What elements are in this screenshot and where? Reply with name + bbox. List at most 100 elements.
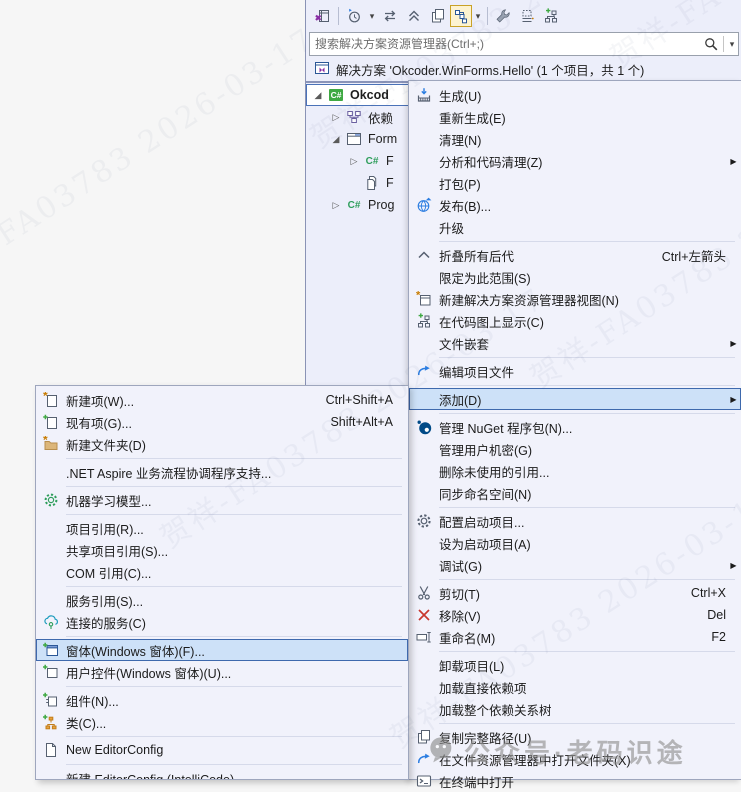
menu-item-label: 清理(N) xyxy=(439,133,482,148)
menu-item-label: 新建项(W)... xyxy=(66,394,135,409)
menu-item[interactable]: 现有项(G)... Shift+Alt+A xyxy=(36,411,408,433)
search-input[interactable] xyxy=(310,37,701,51)
expander-icon[interactable]: ◢ xyxy=(310,90,326,101)
search-box: ▾ xyxy=(309,32,739,56)
menu-item[interactable]: 发布(B)... xyxy=(409,194,741,216)
menu-item[interactable]: 服务引用(S)... xyxy=(36,589,408,611)
search-icon[interactable] xyxy=(701,33,721,55)
menu-item[interactable]: 剪切(T) Ctrl+X xyxy=(409,582,741,604)
solution-row[interactable]: 解决方案 'Okcoder.WinForms.Hello' (1 个项目，共 1… xyxy=(306,56,741,80)
show-all-files-icon[interactable] xyxy=(515,5,539,27)
menu-item-label: 在代码图上显示(C) xyxy=(439,315,544,330)
copy-preview-icon[interactable] xyxy=(426,5,450,27)
menu-item[interactable]: 加载直接依赖项 xyxy=(409,676,741,698)
expander-icon[interactable]: ▷ xyxy=(346,156,362,167)
menu-item-label: 服务引用(S)... xyxy=(66,594,144,609)
add-node-icon[interactable] xyxy=(539,5,563,27)
menu-item[interactable]: 重命名(M) F2 xyxy=(409,626,741,648)
menu-item[interactable]: 机器学习模型... xyxy=(36,489,408,511)
new-view-icon: * xyxy=(416,291,432,307)
add-node-icon xyxy=(543,8,559,24)
menu-item-label: 组件(N)... xyxy=(66,694,119,709)
expander-icon[interactable]: ◢ xyxy=(328,134,344,145)
menu-item[interactable]: * 新建解决方案资源管理器视图(N) xyxy=(409,288,741,310)
menu-item[interactable]: 项目引用(R)... xyxy=(36,517,408,539)
menu-item[interactable]: 升级 xyxy=(409,216,741,238)
menu-item[interactable]: 在终端中打开 xyxy=(409,770,741,792)
menu-item-shortcut: Ctrl+Shift+A xyxy=(325,393,393,407)
menu-item-label: 折叠所有后代 xyxy=(439,249,515,264)
wrench-icon xyxy=(495,8,511,24)
menu-item[interactable]: 折叠所有后代 Ctrl+左箭头 xyxy=(409,244,741,266)
menu-item[interactable]: New EditorConfig xyxy=(36,739,408,761)
menu-item-label: 共享项目引用(S)... xyxy=(66,544,169,559)
file-icon xyxy=(364,175,380,191)
menu-item[interactable]: 配置启动项目... xyxy=(409,510,741,532)
menu-item[interactable]: 加载整个依赖关系树 xyxy=(409,698,741,720)
menu-item[interactable]: 生成(U) xyxy=(409,84,741,106)
history-clock-icon[interactable] xyxy=(342,5,366,27)
menu-item-shortcut: Shift+Alt+A xyxy=(330,415,393,429)
vs-window-icon[interactable] xyxy=(311,5,335,27)
toolbar-separator xyxy=(487,7,488,25)
wrench-icon[interactable] xyxy=(491,5,515,27)
menu-item[interactable]: 同步命名空间(N) xyxy=(409,482,741,504)
rename-icon xyxy=(416,629,432,645)
menu-item[interactable]: 调试(G) ▶ xyxy=(409,554,741,576)
menu-item[interactable]: 重新生成(E) xyxy=(409,106,741,128)
menu-item[interactable]: 类(C)... xyxy=(36,711,408,733)
menu-item[interactable]: 打包(P) xyxy=(409,172,741,194)
menu-item[interactable]: 管理用户机密(G) xyxy=(409,438,741,460)
menu-item-label: 连接的服务(C) xyxy=(66,616,146,631)
expander-icon[interactable]: ▷ xyxy=(328,112,344,123)
menu-item[interactable]: 新建 EditorConfig (IntelliCode) xyxy=(36,767,408,780)
menu-separator xyxy=(66,585,402,587)
menu-item[interactable]: 编辑项目文件 xyxy=(409,360,741,382)
menu-item[interactable]: * 新建文件夹(D) xyxy=(36,433,408,455)
menu-item[interactable]: 在文件资源管理器中打开文件夹(X) xyxy=(409,748,741,770)
sync-active-document-icon[interactable] xyxy=(450,5,472,27)
menu-item-label: 重新生成(E) xyxy=(439,111,506,126)
menu-item[interactable]: 复制完整路径(U) xyxy=(409,726,741,748)
menu-item[interactable]: 共享项目引用(S)... xyxy=(36,539,408,561)
menu-item-label: 管理用户机密(G) xyxy=(439,443,533,458)
menu-item[interactable]: 管理 NuGet 程序包(N)... xyxy=(409,416,741,438)
menu-item[interactable]: 分析和代码清理(Z) ▶ xyxy=(409,150,741,172)
menu-separator xyxy=(439,356,735,358)
menu-item-label: 新建文件夹(D) xyxy=(66,438,146,453)
swap-arrows-icon[interactable] xyxy=(378,5,402,27)
project-context-menu: 生成(U) 重新生成(E) 清理(N) 分析和代码清理(Z) ▶ 打包(P) 发布(B)..… xyxy=(408,80,741,790)
menu-item[interactable]: 组件(N)... xyxy=(36,689,408,711)
menu-item[interactable]: 文件嵌套 ▶ xyxy=(409,332,741,354)
show-all-files-icon xyxy=(519,8,535,24)
caret-down-icon[interactable]: ▾ xyxy=(472,11,484,22)
menu-item[interactable]: 限定为此范围(S) xyxy=(409,266,741,288)
menu-separator xyxy=(66,513,402,515)
menu-separator xyxy=(66,763,402,765)
menu-item[interactable]: 设为启动项目(A) xyxy=(409,532,741,554)
menu-item[interactable]: .NET Aspire 业务流程协调程序支持... xyxy=(36,461,408,483)
expander-icon[interactable]: ▷ xyxy=(328,200,344,211)
menu-separator xyxy=(66,735,402,737)
submenu-arrow-icon: ▶ xyxy=(730,338,737,348)
caret-down-icon[interactable]: ▾ xyxy=(366,11,378,22)
menu-item[interactable]: 在代码图上显示(C) xyxy=(409,310,741,332)
menu-item[interactable]: 清理(N) xyxy=(409,128,741,150)
menu-item-label: 管理 NuGet 程序包(N)... xyxy=(439,421,573,436)
csharp-file-icon: C# xyxy=(347,199,361,211)
menu-item[interactable]: 连接的服务(C) xyxy=(36,611,408,633)
submenu-arrow-icon: ▶ xyxy=(730,560,737,570)
menu-separator xyxy=(66,457,402,459)
sync-active-document-icon xyxy=(453,8,469,24)
menu-item[interactable]: 删除未使用的引用... xyxy=(409,460,741,482)
menu-item[interactable]: 添加(D) ▶ xyxy=(409,388,741,410)
collapse-all-icon[interactable] xyxy=(402,5,426,27)
menu-item[interactable]: COM 引用(C)... xyxy=(36,561,408,583)
menu-item[interactable]: 卸载项目(L) xyxy=(409,654,741,676)
menu-item[interactable]: 窗体(Windows 窗体)(F)... xyxy=(36,639,408,661)
menu-item-label: 现有项(G)... xyxy=(66,416,132,431)
search-caret-down-icon[interactable]: ▾ xyxy=(726,39,738,50)
menu-item[interactable]: * 新建项(W)... Ctrl+Shift+A xyxy=(36,389,408,411)
menu-item[interactable]: 移除(V) Del xyxy=(409,604,741,626)
menu-item[interactable]: 用户控件(Windows 窗体)(U)... xyxy=(36,661,408,683)
